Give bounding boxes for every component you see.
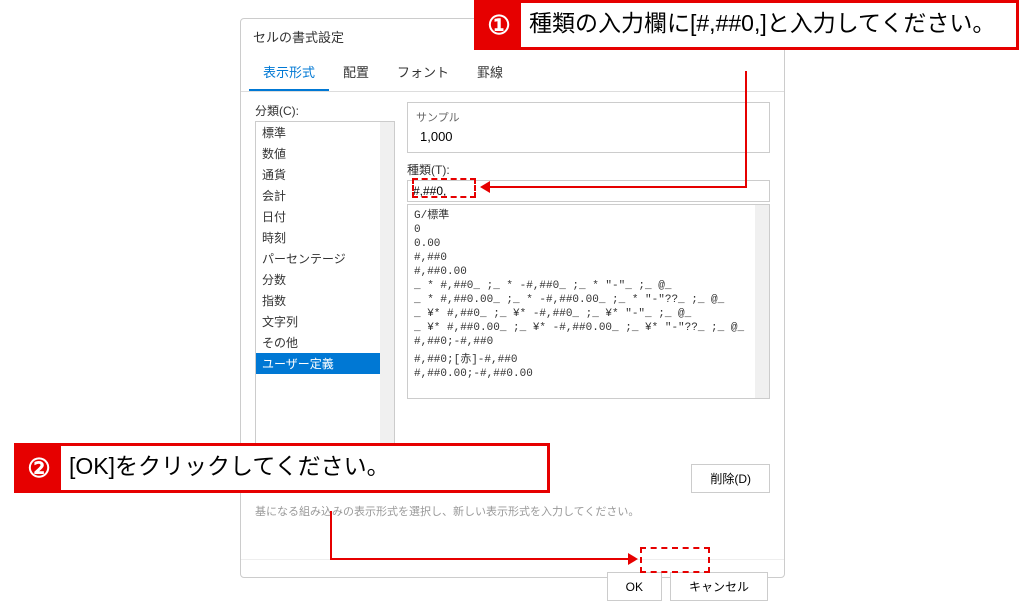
list-item[interactable]: _ ¥* #,##0.00_ ;_ ¥* -#,##0.00_ ;_ ¥* "-… (408, 321, 769, 335)
tab-alignment[interactable]: 配置 (329, 54, 383, 91)
list-item[interactable]: #,##0.00 (408, 265, 769, 279)
list-item[interactable]: 文字列 (256, 311, 394, 332)
list-item[interactable]: 0.00 (408, 237, 769, 251)
format-cells-dialog: セルの書式設定 表示形式 配置 フォント 罫線 分類(C): 標準 数値 通貨 … (240, 18, 785, 578)
delete-button[interactable]: 削除(D) (691, 464, 770, 493)
list-item[interactable]: #,##0;[赤]-#,##0 (408, 349, 769, 367)
callout-text: 種類の入力欄に[#,##0,]と入力してください。 (529, 7, 995, 41)
callout-number: ② (17, 446, 61, 490)
list-item[interactable]: 通貨 (256, 164, 394, 185)
category-list[interactable]: 標準 数値 通貨 会計 日付 時刻 パーセンテージ 分数 指数 文字列 その他 … (255, 121, 395, 456)
list-item[interactable]: その他 (256, 332, 394, 353)
sample-box: サンプル 1,000 (407, 102, 770, 153)
callout-text: [OK]をクリックしてください。 (69, 450, 390, 484)
callout-1: ① 種類の入力欄に[#,##0,]と入力してください。 (474, 0, 1019, 50)
ok-button[interactable]: OK (607, 572, 662, 601)
list-item[interactable]: _ ¥* #,##0_ ;_ ¥* -#,##0_ ;_ ¥* "-"_ ;_ … (408, 307, 769, 321)
callout-2: ② [OK]をクリックしてください。 (14, 443, 550, 493)
tab-font[interactable]: フォント (383, 54, 463, 91)
scrollbar[interactable] (755, 205, 769, 398)
list-item[interactable]: 分数 (256, 269, 394, 290)
list-item-selected[interactable]: ユーザー定義 (256, 353, 394, 374)
hint-text: 基になる組み込みの表示形式を選択し、新しい表示形式を入力してください。 (255, 503, 770, 519)
tab-number-format[interactable]: 表示形式 (249, 54, 329, 91)
list-item[interactable]: パーセンテージ (256, 248, 394, 269)
scrollbar[interactable] (380, 122, 394, 455)
arrow-line (745, 71, 747, 188)
sample-label: サンプル (416, 109, 761, 125)
tab-bar: 表示形式 配置 フォント 罫線 (241, 54, 784, 92)
list-item[interactable]: #,##0.00;-#,##0.00 (408, 367, 769, 381)
type-list[interactable]: G/標準 0 0.00 #,##0 #,##0.00 _ * #,##0_ ;_… (407, 204, 770, 399)
list-item[interactable]: 数値 (256, 143, 394, 164)
list-item[interactable]: 指数 (256, 290, 394, 311)
list-item[interactable]: #,##0 (408, 251, 769, 265)
list-item[interactable]: 標準 (256, 122, 394, 143)
sample-value: 1,000 (416, 125, 761, 146)
list-item[interactable]: #,##0;-#,##0 (408, 335, 769, 349)
category-label: 分類(C): (255, 102, 395, 119)
list-item[interactable]: _ * #,##0_ ;_ * -#,##0_ ;_ * "-"_ ;_ @_ (408, 279, 769, 293)
list-item[interactable]: G/標準 (408, 205, 769, 223)
list-item[interactable]: 日付 (256, 206, 394, 227)
callout-number: ① (477, 3, 521, 47)
arrow-head-icon (480, 181, 490, 193)
type-label: 種類(T): (407, 161, 770, 178)
arrow-line (330, 511, 332, 559)
list-item[interactable]: 0 (408, 223, 769, 237)
list-item[interactable]: 会計 (256, 185, 394, 206)
arrow-head-icon (628, 553, 638, 565)
type-input[interactable] (407, 180, 770, 202)
list-item[interactable]: _ * #,##0.00_ ;_ * -#,##0.00_ ;_ * "-"??… (408, 293, 769, 307)
list-item[interactable]: 時刻 (256, 227, 394, 248)
arrow-line (490, 186, 747, 188)
cancel-button[interactable]: キャンセル (670, 572, 768, 601)
tab-border[interactable]: 罫線 (463, 54, 517, 91)
arrow-line (330, 558, 630, 560)
